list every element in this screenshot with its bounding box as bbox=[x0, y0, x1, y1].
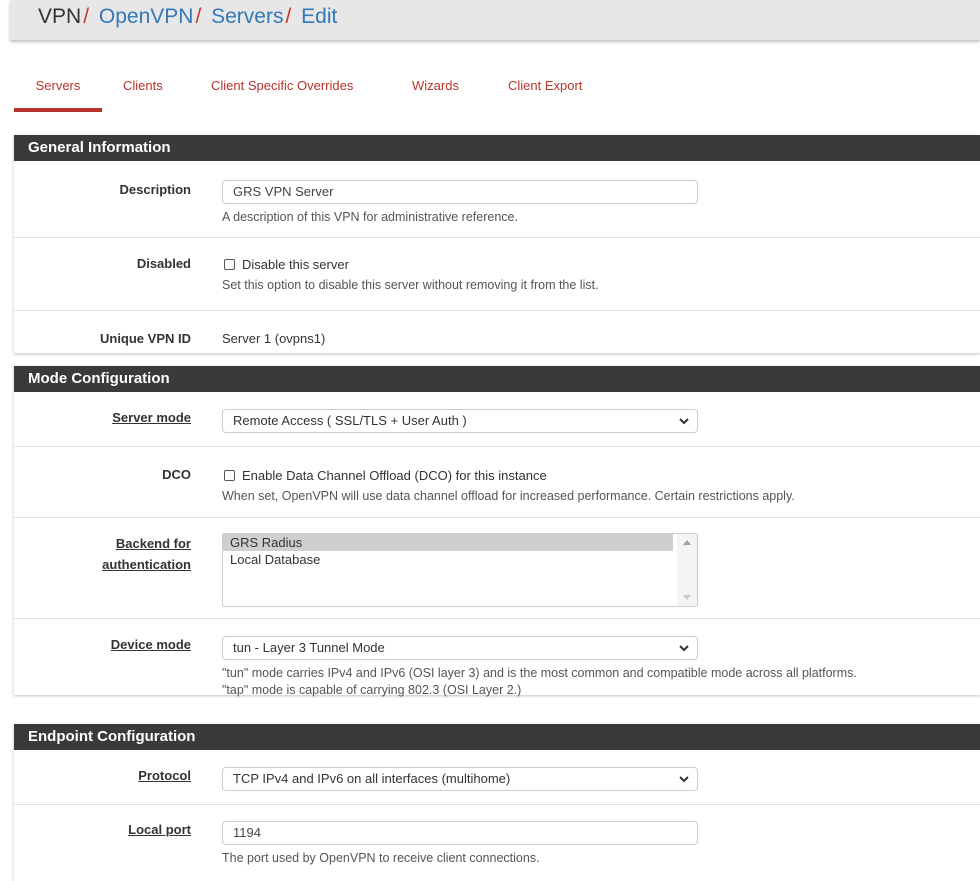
device-mode-select[interactable]: tun - Layer 3 Tunnel Mode bbox=[222, 636, 698, 660]
panel-heading: Endpoint Configuration bbox=[14, 724, 980, 750]
disable-server-checkbox[interactable] bbox=[224, 258, 235, 270]
dco-checkbox-line: Enable Data Channel Offload (DCO) for th… bbox=[222, 466, 970, 484]
disabled-row: Disabled Disable this server Set this op… bbox=[14, 238, 980, 311]
server-mode-label: Server mode bbox=[112, 410, 191, 425]
unique-vpn-id-value: Server 1 (ovpns1) bbox=[222, 331, 326, 346]
breadcrumb-separator: / bbox=[83, 5, 90, 28]
breadcrumb-link-edit[interactable]: Edit bbox=[301, 5, 337, 28]
protocol-value: TCP IPv4 and IPv6 on all interfaces (mul… bbox=[233, 771, 511, 786]
backend-option-local-database[interactable]: Local Database bbox=[223, 551, 673, 568]
disabled-help: Set this option to disable this server w… bbox=[222, 278, 599, 292]
device-mode-label: Device mode bbox=[110, 637, 191, 652]
breadcrumb-link-openvpn[interactable]: OpenVPN bbox=[99, 5, 194, 28]
breadcrumb: VPN/ OpenVPN/ Servers/ Edit bbox=[38, 4, 337, 30]
tab-client-specific-overrides[interactable]: Client Specific Overrides bbox=[211, 72, 353, 110]
dco-row: DCO Enable Data Channel Offload (DCO) fo… bbox=[14, 447, 980, 518]
breadcrumb-separator: / bbox=[285, 5, 292, 28]
chevron-down-icon bbox=[679, 776, 689, 783]
panel-heading: Mode Configuration bbox=[14, 366, 980, 392]
general-information-panel: General Information Description GRS VPN … bbox=[14, 135, 980, 353]
breadcrumb-root: VPN bbox=[38, 5, 82, 28]
local-port-label: Local port bbox=[128, 822, 191, 837]
chevron-down-icon bbox=[679, 645, 689, 652]
protocol-label: Protocol bbox=[138, 768, 191, 783]
tab-clients[interactable]: Clients bbox=[123, 72, 163, 110]
listbox-scrollbar[interactable] bbox=[677, 534, 697, 606]
server-mode-row: Server mode Remote Access ( SSL/TLS + Us… bbox=[14, 392, 980, 447]
local-port-input[interactable]: 1194 bbox=[222, 821, 698, 845]
backend-listbox[interactable]: GRS Radius Local Database bbox=[222, 533, 698, 607]
local-port-row: Local port 1194 The port used by OpenVPN… bbox=[14, 805, 980, 881]
breadcrumb-separator: / bbox=[195, 5, 202, 28]
backend-option-grs-radius[interactable]: GRS Radius bbox=[223, 534, 673, 551]
chevron-down-icon bbox=[679, 418, 689, 425]
backend-label-line1: Backend for bbox=[115, 536, 191, 551]
backend-row: Backend for authentication GRS Radius Lo… bbox=[14, 518, 980, 619]
device-mode-value: tun - Layer 3 Tunnel Mode bbox=[233, 640, 385, 655]
endpoint-configuration-panel: Endpoint Configuration Protocol TCP IPv4… bbox=[14, 724, 980, 881]
description-row: Description GRS VPN Server A description… bbox=[14, 161, 980, 238]
tab-client-export[interactable]: Client Export bbox=[508, 72, 582, 110]
protocol-row: Protocol TCP IPv4 and IPv6 on all interf… bbox=[14, 750, 980, 805]
local-port-help: The port used by OpenVPN to receive clie… bbox=[222, 851, 540, 865]
device-mode-help-tun: "tun" mode carries IPv4 and IPv6 (OSI la… bbox=[222, 666, 857, 680]
dco-checkbox[interactable] bbox=[224, 469, 235, 481]
backend-label-line2: authentication bbox=[102, 557, 191, 572]
scroll-up-icon[interactable] bbox=[683, 540, 691, 545]
description-help: A description of this VPN for administra… bbox=[222, 210, 518, 224]
server-mode-select[interactable]: Remote Access ( SSL/TLS + User Auth ) bbox=[222, 409, 698, 433]
panel-heading: General Information bbox=[14, 135, 980, 161]
disable-server-checkbox-label[interactable]: Disable this server bbox=[242, 257, 349, 272]
unique-vpn-id-row: Unique VPN ID Server 1 (ovpns1) bbox=[14, 311, 980, 353]
scroll-down-icon[interactable] bbox=[683, 595, 691, 600]
server-mode-value: Remote Access ( SSL/TLS + User Auth ) bbox=[233, 413, 467, 428]
tab-servers[interactable]: Servers bbox=[14, 72, 102, 112]
mode-configuration-panel: Mode Configuration Server mode Remote Ac… bbox=[14, 366, 980, 697]
disabled-label: Disabled bbox=[136, 256, 191, 271]
disabled-checkbox-line: Disable this server bbox=[222, 255, 970, 273]
breadcrumb-link-servers[interactable]: Servers bbox=[211, 5, 283, 28]
unique-vpn-id-label: Unique VPN ID bbox=[99, 331, 191, 346]
dco-label: DCO bbox=[162, 467, 191, 482]
description-input[interactable]: GRS VPN Server bbox=[222, 180, 698, 204]
dco-help: When set, OpenVPN will use data channel … bbox=[222, 489, 795, 503]
tab-wizards[interactable]: Wizards bbox=[412, 72, 459, 110]
tab-bar: Servers Clients Client Specific Override… bbox=[14, 72, 980, 112]
protocol-select[interactable]: TCP IPv4 and IPv6 on all interfaces (mul… bbox=[222, 767, 698, 791]
tab-label: Servers bbox=[35, 78, 81, 93]
description-label: Description bbox=[119, 182, 191, 197]
page-header: VPN/ OpenVPN/ Servers/ Edit bbox=[10, 0, 980, 40]
dco-checkbox-label[interactable]: Enable Data Channel Offload (DCO) for th… bbox=[242, 468, 547, 483]
device-mode-help-tap: "tap" mode is capable of carrying 802.3 … bbox=[222, 683, 522, 697]
backend-label: Backend for authentication bbox=[31, 535, 191, 573]
device-mode-row: Device mode tun - Layer 3 Tunnel Mode "t… bbox=[14, 619, 980, 697]
